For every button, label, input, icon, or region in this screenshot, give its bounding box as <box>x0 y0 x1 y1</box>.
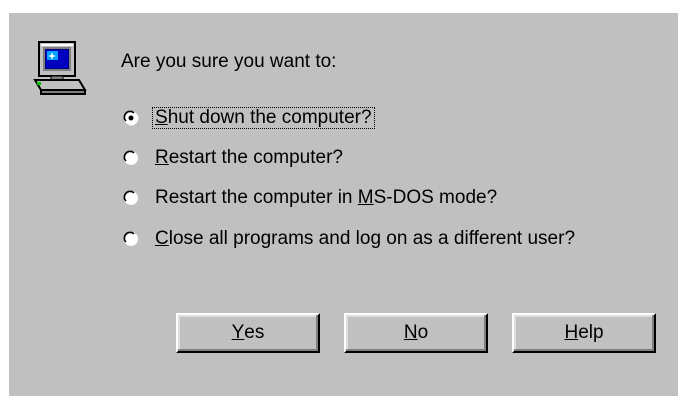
radio-button-selected[interactable] <box>123 110 139 126</box>
option-restart[interactable]: Restart the computer? <box>123 146 346 170</box>
option-label: Restart the computer in MS-DOS mode? <box>155 187 498 208</box>
option-label: Close all programs and log on as a diffe… <box>155 228 576 249</box>
yes-button[interactable]: Yes <box>176 313 320 353</box>
question-label: Are you sure you want to: <box>121 51 337 72</box>
option-label: Restart the computer? <box>155 147 343 168</box>
help-button[interactable]: Help <box>512 313 656 353</box>
radio-button[interactable] <box>123 190 139 206</box>
computer-icon <box>31 40 87 98</box>
radio-button[interactable] <box>123 231 139 247</box>
option-label: Shut down the computer? <box>152 107 375 129</box>
no-button[interactable]: No <box>344 313 488 353</box>
option-shut-down[interactable]: Shut down the computer? <box>123 106 375 130</box>
option-restart-ms-dos[interactable]: Restart the computer in MS-DOS mode? <box>123 186 500 210</box>
option-log-on-different-user[interactable]: Close all programs and log on as a diffe… <box>123 227 578 251</box>
radio-button[interactable] <box>123 150 139 166</box>
shutdown-dialog: Are you sure you want to: Shut down the … <box>9 13 678 396</box>
